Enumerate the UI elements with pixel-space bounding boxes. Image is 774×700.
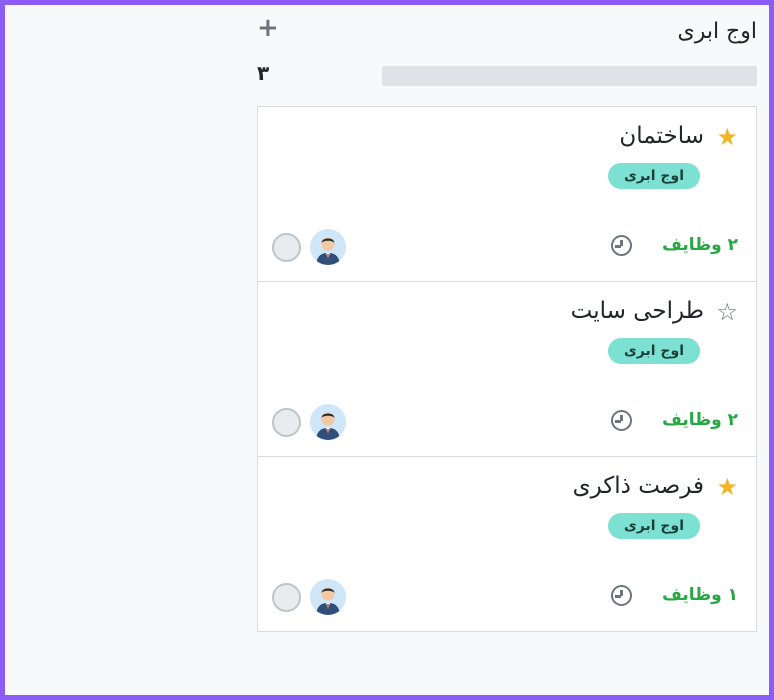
clock-icon[interactable] (611, 585, 632, 606)
status-circle-icon[interactable] (272, 408, 301, 437)
tag-badge: اوج ابری (607, 338, 700, 364)
kanban-card[interactable]: ★ فرصت ذاکری اوج ابری ۱ وظایف (258, 457, 756, 631)
card-title: ساختمان (619, 123, 704, 149)
favorite-star-icon[interactable]: ★ (716, 474, 738, 500)
clock-icon[interactable] (611, 235, 632, 256)
column-count: ۳ (257, 61, 270, 85)
kanban-column: اوج ابری + ۳ ★ ساختمان اوج ابری ۲ وظایف (257, 13, 757, 639)
column-title[interactable]: اوج ابری (677, 19, 757, 44)
status-circle-icon[interactable] (272, 233, 301, 262)
tag-badge: اوج ابری (607, 163, 700, 189)
user-avatar-icon[interactable] (310, 404, 346, 440)
user-avatar-icon[interactable] (310, 579, 346, 615)
card-list: ★ ساختمان اوج ابری ۲ وظایف ☆ طراحی سایت … (257, 106, 757, 632)
tag-badge: اوج ابری (607, 513, 700, 539)
favorite-star-icon[interactable]: ★ (716, 124, 738, 150)
card-title: فرصت ذاکری (572, 473, 704, 499)
column-progress-bar[interactable] (382, 66, 757, 86)
app-frame: اوج ابری + ۳ ★ ساختمان اوج ابری ۲ وظایف (0, 0, 774, 700)
tasks-link[interactable]: ۱ وظایف (662, 585, 738, 605)
tasks-link[interactable]: ۲ وظایف (662, 410, 738, 430)
kanban-card[interactable]: ★ ساختمان اوج ابری ۲ وظایف (258, 107, 756, 282)
clock-icon[interactable] (611, 410, 632, 431)
card-title: طراحی سایت (570, 298, 704, 324)
user-avatar-icon[interactable] (310, 229, 346, 265)
kanban-card[interactable]: ☆ طراحی سایت اوج ابری ۲ وظایف (258, 282, 756, 457)
status-circle-icon[interactable] (272, 583, 301, 612)
add-card-plus-icon[interactable]: + (257, 14, 279, 42)
tasks-link[interactable]: ۲ وظایف (662, 235, 738, 255)
favorite-star-icon[interactable]: ☆ (716, 299, 738, 325)
